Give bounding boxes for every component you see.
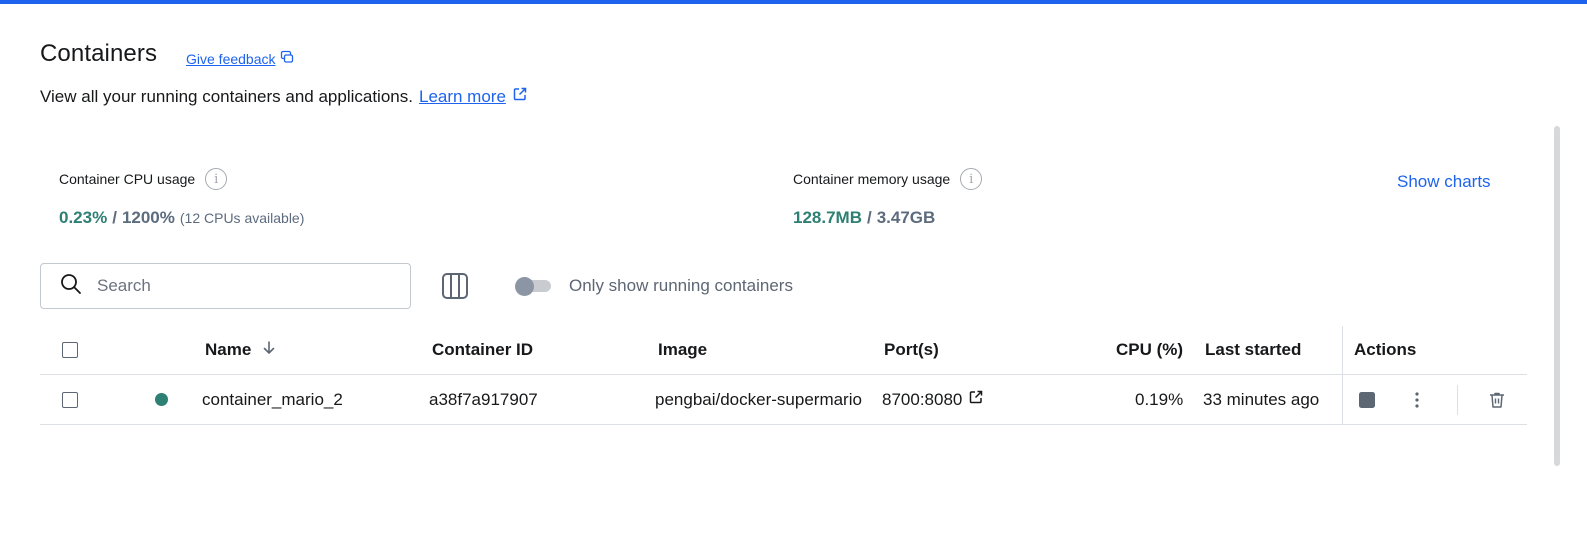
feedback-chat-icon bbox=[280, 50, 294, 67]
container-cpu: 0.19% bbox=[1135, 389, 1184, 409]
memory-usage-label: Container memory usage bbox=[793, 171, 951, 187]
search-icon bbox=[59, 272, 83, 301]
learn-more-link[interactable]: Learn more bbox=[419, 87, 506, 107]
running-only-toggle-label: Only show running containers bbox=[569, 276, 793, 295]
container-name[interactable]: container_mario_2 bbox=[202, 375, 343, 424]
column-header-last-started[interactable]: Last started bbox=[1205, 326, 1301, 374]
subtitle-text: View all your running containers and app… bbox=[40, 86, 413, 106]
external-link-icon[interactable] bbox=[968, 389, 984, 410]
cpu-used-value: 0.23% bbox=[59, 208, 108, 227]
column-header-name[interactable]: Name bbox=[205, 326, 277, 374]
table-row[interactable]: container_mario_2 a38f7a917907 pengbai/d… bbox=[40, 375, 1527, 425]
row-checkbox[interactable] bbox=[62, 391, 78, 408]
cpu-total-value: 1200% bbox=[121, 208, 175, 227]
show-charts-button[interactable]: Show charts bbox=[1397, 172, 1491, 192]
memory-usage-stat: Container memory usage i 128.7MB / 3.47G… bbox=[793, 168, 983, 228]
memory-info-icon[interactable]: i bbox=[960, 168, 983, 190]
page-title: Containers bbox=[40, 40, 158, 67]
port-mapping[interactable]: 8700:8080 bbox=[882, 390, 962, 410]
container-ports[interactable]: 8700:8080 bbox=[882, 375, 984, 424]
cpu-available-note: (12 CPUs available) bbox=[179, 210, 305, 226]
cpu-usage-label: Container CPU usage bbox=[59, 171, 196, 187]
columns-icon[interactable] bbox=[441, 271, 469, 301]
memory-total-value: 3.47GB bbox=[876, 208, 936, 227]
memory-separator: / bbox=[866, 208, 872, 227]
page-subtitle: View all your running containers and app… bbox=[40, 86, 528, 107]
search-input[interactable] bbox=[97, 276, 377, 296]
container-id: a38f7a917907 bbox=[429, 389, 538, 409]
cpu-usage-stat: Container CPU usage i 0.23% / 1200% (12 … bbox=[59, 168, 304, 228]
column-header-image[interactable]: Image bbox=[658, 326, 707, 374]
column-header-container-id[interactable]: Container ID bbox=[432, 326, 533, 374]
name-header-label: Name bbox=[205, 340, 252, 359]
more-options-icon[interactable] bbox=[1408, 375, 1426, 424]
cpu-info-icon[interactable]: i bbox=[205, 168, 228, 190]
top-accent-bar bbox=[0, 0, 1587, 4]
stop-icon[interactable] bbox=[1358, 375, 1376, 424]
table-header: Name Container ID Image Port(s) CPU (%) … bbox=[40, 326, 1527, 375]
column-header-actions: Actions bbox=[1354, 340, 1417, 359]
actions-column-divider bbox=[1342, 326, 1343, 425]
external-link-icon[interactable] bbox=[512, 86, 528, 107]
column-header-ports[interactable]: Port(s) bbox=[884, 326, 939, 374]
sort-descending-icon[interactable] bbox=[261, 340, 277, 361]
action-separator bbox=[1457, 385, 1458, 415]
container-last-started: 33 minutes ago bbox=[1203, 389, 1320, 409]
search-field[interactable] bbox=[40, 263, 411, 309]
running-only-toggle[interactable] bbox=[515, 277, 551, 296]
column-header-cpu[interactable]: CPU (%) bbox=[1116, 326, 1183, 374]
running-status-dot bbox=[155, 393, 168, 406]
container-image[interactable]: pengbai/docker-supermario bbox=[655, 390, 872, 410]
toggle-knob bbox=[515, 277, 534, 296]
select-all-checkbox[interactable] bbox=[62, 342, 78, 358]
give-feedback-link[interactable]: Give feedback bbox=[186, 50, 294, 67]
cpu-separator: / bbox=[112, 208, 117, 227]
scrollbar[interactable] bbox=[1554, 126, 1560, 466]
delete-icon[interactable] bbox=[1488, 375, 1506, 424]
give-feedback-label: Give feedback bbox=[186, 50, 276, 67]
memory-used-value: 128.7MB bbox=[793, 208, 862, 227]
